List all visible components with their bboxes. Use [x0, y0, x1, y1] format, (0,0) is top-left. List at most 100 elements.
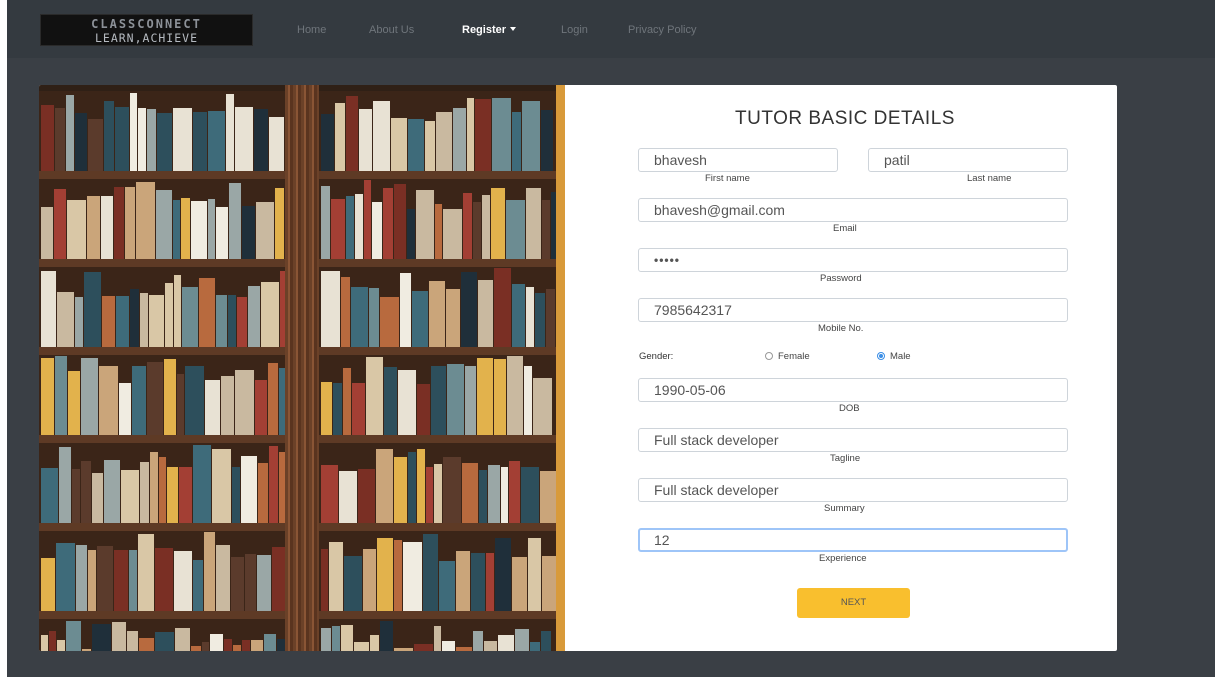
book-spine — [114, 550, 128, 611]
book-spine — [479, 470, 487, 523]
book-spine — [509, 461, 520, 523]
book-spine — [426, 467, 433, 523]
book-spine — [92, 473, 103, 523]
book-spine — [343, 368, 351, 435]
book-spine — [417, 384, 430, 435]
book-spine — [351, 287, 368, 347]
book-spine — [241, 456, 257, 523]
book-spine — [321, 465, 338, 523]
book-spine — [407, 209, 415, 259]
book-spine — [492, 98, 511, 171]
book-spine — [521, 467, 539, 523]
nav-login[interactable]: Login — [561, 24, 588, 36]
book-spine — [115, 107, 129, 171]
book-spine — [193, 445, 211, 523]
book-spine — [254, 109, 268, 171]
shelf-row — [319, 179, 556, 267]
radio-female[interactable] — [765, 352, 773, 360]
book-spine — [136, 182, 155, 259]
book-spine — [434, 464, 442, 523]
book-spine — [473, 202, 481, 259]
mobile-label: Mobile No. — [818, 323, 864, 334]
tagline-input[interactable]: Full stack developer — [638, 428, 1068, 452]
book-spine — [57, 640, 65, 651]
book-spine — [530, 642, 540, 651]
brand-logo[interactable]: CLASSCONNECT LEARN,ACHIEVE — [40, 14, 253, 46]
book-spine — [67, 200, 86, 259]
book-spine — [528, 538, 541, 611]
book-spine — [59, 447, 71, 523]
book-spine — [462, 463, 478, 523]
book-spine — [210, 634, 223, 651]
book-spine — [346, 96, 358, 171]
radio-male[interactable] — [877, 352, 885, 360]
book-spine — [533, 378, 552, 435]
book-spine — [92, 624, 111, 651]
bookshelf-right — [319, 85, 556, 651]
book-spine — [140, 293, 148, 347]
book-spine — [456, 551, 470, 611]
dob-input[interactable]: 1990-05-06 — [638, 378, 1068, 402]
book-spine — [423, 534, 438, 611]
mobile-input[interactable]: 7985642317 — [638, 298, 1068, 322]
nav-about-us[interactable]: About Us — [369, 24, 414, 36]
book-spine — [130, 93, 137, 171]
book-spine — [321, 114, 334, 171]
book-spine — [482, 195, 490, 259]
book-spine — [373, 101, 390, 171]
password-input[interactable]: ••••• — [638, 248, 1068, 272]
book-spine — [540, 471, 556, 523]
book-spine — [366, 357, 383, 435]
summary-input[interactable]: Full stack developer — [638, 478, 1068, 502]
book-spine — [275, 188, 284, 259]
book-spine — [512, 557, 527, 611]
book-spine — [344, 556, 362, 611]
email-input[interactable]: bhavesh@gmail.com — [638, 198, 1068, 222]
book-spine — [208, 111, 225, 171]
book-spine — [175, 628, 190, 651]
book-spine — [208, 199, 215, 259]
book-spine — [339, 471, 357, 523]
password-label: Password — [820, 273, 862, 284]
nav-privacy-policy[interactable]: Privacy Policy — [628, 24, 696, 36]
book-spine — [147, 362, 163, 435]
shelf-row — [319, 267, 556, 355]
book-spine — [364, 180, 371, 259]
book-spine — [335, 103, 345, 171]
first-name-input[interactable]: bhavesh — [638, 148, 838, 172]
shelf-row — [39, 355, 285, 443]
book-spine — [256, 202, 274, 259]
book-spine — [546, 289, 555, 347]
book-spine — [156, 190, 172, 259]
dob-label: DOB — [839, 403, 860, 414]
book-spine — [185, 366, 204, 435]
gender-male-option[interactable]: Male — [877, 351, 911, 362]
nav-register[interactable]: Register — [462, 24, 517, 36]
next-button[interactable]: NEXT — [797, 588, 910, 618]
gender-label: Gender: — [639, 351, 674, 362]
book-spine — [463, 193, 472, 259]
book-spine — [235, 370, 254, 435]
bookshelf-left — [39, 85, 285, 651]
form-title: TUTOR BASIC DETAILS — [735, 108, 955, 129]
shelf-row — [39, 267, 285, 355]
book-spine — [54, 189, 66, 259]
book-spine — [512, 284, 525, 347]
shelf-row — [319, 531, 556, 619]
book-spine — [494, 268, 511, 347]
nav-home[interactable]: Home — [297, 24, 326, 36]
last-name-input[interactable]: patil — [868, 148, 1068, 172]
book-spine — [446, 289, 460, 347]
shelf-row — [39, 179, 285, 267]
book-spine — [269, 117, 284, 171]
book-spine — [255, 380, 267, 435]
book-spine — [321, 382, 332, 435]
shelf-row — [39, 531, 285, 619]
book-spine — [403, 542, 422, 611]
book-spine — [467, 98, 474, 171]
experience-input[interactable]: 12 — [638, 528, 1068, 552]
book-spine — [231, 557, 244, 611]
gender-female-option[interactable]: Female — [765, 351, 810, 362]
book-spine — [346, 196, 354, 259]
book-spine — [229, 183, 241, 259]
